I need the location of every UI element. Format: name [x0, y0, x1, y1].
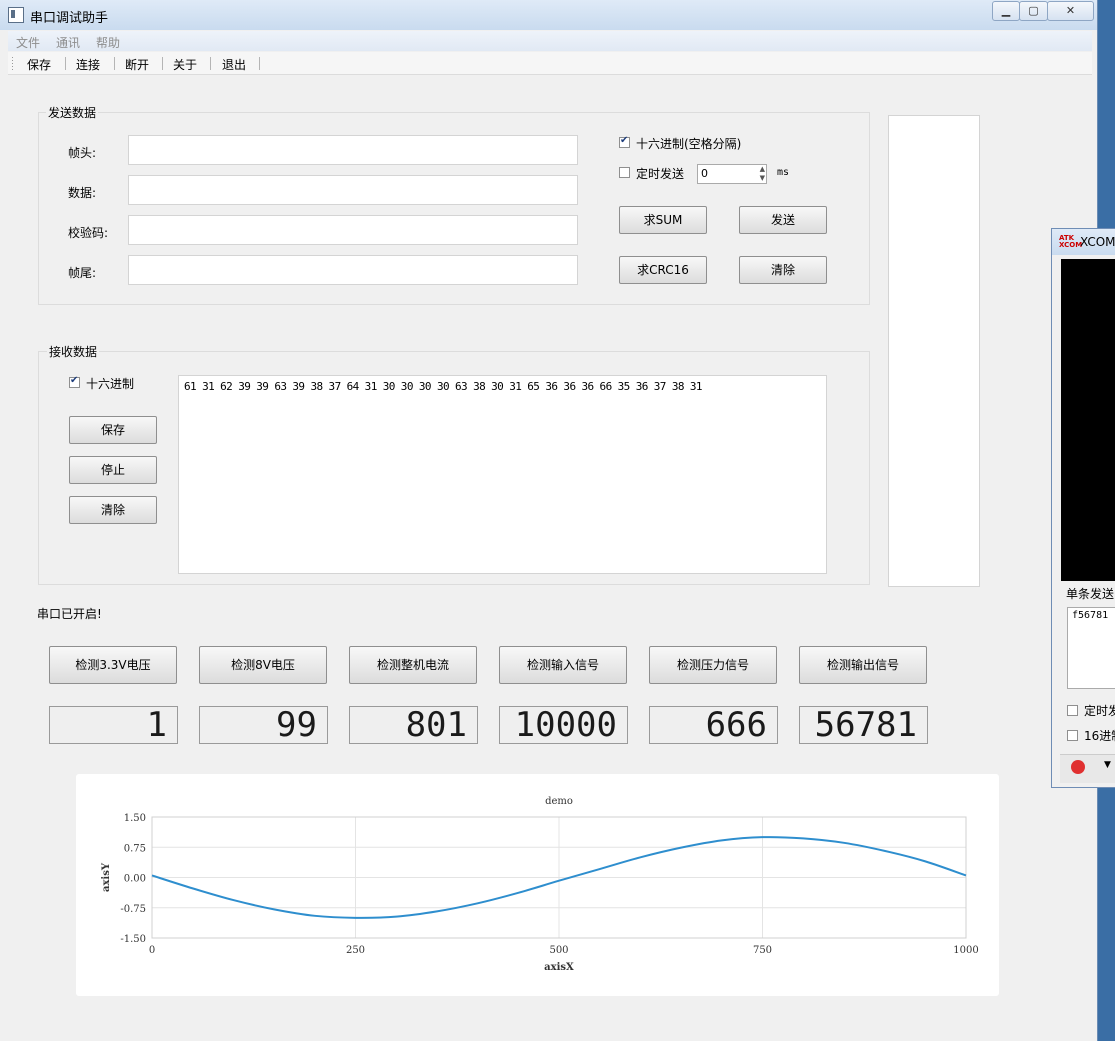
- x-tick-label: 1000: [953, 945, 978, 956]
- close-icon: ✕: [1065, 4, 1076, 17]
- calc-crc16-button[interactable]: 求CRC16: [619, 256, 707, 284]
- window-title: 串口调试助手: [30, 11, 109, 26]
- interval-unit: ms: [777, 167, 790, 178]
- record-icon[interactable]: [1071, 760, 1085, 774]
- x-tick-label: 250: [346, 945, 365, 956]
- toolbar-separator: [65, 57, 66, 70]
- y-tick-label: 0.75: [124, 843, 146, 854]
- app-icon: [8, 7, 24, 23]
- checksum-input[interactable]: [128, 215, 578, 245]
- frame-head-label: 帧头:: [68, 146, 97, 160]
- title-bar: 串口调试助手 ▁ ▢ ✕: [0, 0, 1097, 30]
- timer-send-label: 定时发送: [636, 167, 685, 181]
- xcom-send-text[interactable]: f56781: [1067, 607, 1115, 689]
- minimize-icon: ▁: [1001, 4, 1011, 17]
- toolbar-save[interactable]: 保存: [27, 56, 51, 73]
- interval-value: 0: [701, 167, 708, 180]
- receive-stop-button[interactable]: 停止: [69, 456, 157, 484]
- checksum-label: 校验码:: [68, 226, 109, 240]
- y-tick-label: 1.50: [124, 813, 146, 824]
- lcd-3v3-reading: 1: [49, 706, 178, 744]
- send-clear-button[interactable]: 清除: [739, 256, 827, 284]
- lcd-8v-reading: 99: [199, 706, 328, 744]
- lcd-current-reading: 801: [349, 706, 478, 744]
- lcd-pressure-signal-reading: 666: [649, 706, 778, 744]
- close-button[interactable]: ✕: [1047, 1, 1094, 21]
- calc-sum-button[interactable]: 求SUM: [619, 206, 707, 234]
- interval-spinbox[interactable]: 0 ▲ ▼: [697, 164, 767, 184]
- xcom-timer-checkbox[interactable]: [1067, 705, 1078, 716]
- xcom-hex-checkbox[interactable]: [1067, 730, 1078, 741]
- toolbar-connect[interactable]: 连接: [76, 56, 100, 73]
- xcom-hex-label: 16进制: [1084, 729, 1115, 743]
- xcom-status-bar: ▼: [1060, 754, 1115, 783]
- xcom-window: ATKXCOM XCOM 单条发送 f56781 定时发 16进制 ▼: [1051, 228, 1115, 788]
- x-tick-label: 0: [149, 945, 155, 956]
- xcom-receive-area[interactable]: [1061, 259, 1115, 581]
- frame-head-input[interactable]: [128, 135, 578, 165]
- x-axis-label: axisX: [544, 962, 574, 973]
- data-input[interactable]: [128, 175, 578, 205]
- toolbar-separator: [114, 57, 115, 70]
- chart-title: demo: [545, 796, 573, 807]
- receive-hex-checkbox[interactable]: [69, 375, 80, 388]
- minimize-button[interactable]: ▁: [992, 1, 1020, 21]
- receive-save-button[interactable]: 保存: [69, 416, 157, 444]
- line-chart: 0 250 500 750 1000 1.50 0.75 0.00 -0.75 -1.50 demo…: [101, 796, 979, 973]
- x-tick-label: 500: [549, 945, 568, 956]
- receive-textarea[interactable]: 61 31 62 39 39 63 39 38 37 64 31 30 30 3…: [178, 375, 827, 574]
- y-tick-label: -1.50: [120, 934, 146, 945]
- detect-input-signal-button[interactable]: 检测输入信号: [499, 646, 627, 684]
- side-panel: [888, 115, 980, 587]
- detect-pressure-signal-button[interactable]: 检测压力信号: [649, 646, 777, 684]
- toolbar-grip: [12, 57, 13, 70]
- spin-arrows-icon[interactable]: ▲ ▼: [760, 165, 765, 183]
- maximize-icon: ▢: [1028, 4, 1039, 17]
- y-axis-label: axisY: [101, 862, 112, 892]
- xcom-title-bar: ATK XCOM XCOM: [1052, 229, 1115, 255]
- xcom-single-send-label: 单条发送: [1066, 587, 1115, 601]
- toolbar-disconnect[interactable]: 断开: [125, 56, 149, 73]
- frame-tail-label: 帧尾:: [68, 266, 97, 280]
- send-group-title: 发送数据: [46, 104, 99, 121]
- menu-comm[interactable]: 通讯: [56, 34, 80, 51]
- toolbar-separator: [210, 57, 211, 70]
- detect-8v-button[interactable]: 检测8V电压: [199, 646, 327, 684]
- lcd-output-signal-reading: 56781: [799, 706, 928, 744]
- toolbar-exit[interactable]: 退出: [222, 56, 246, 73]
- chevron-down-icon[interactable]: ▼: [1104, 760, 1111, 770]
- xcom-title: XCOM: [1080, 235, 1115, 249]
- toolbar-separator: [162, 57, 163, 70]
- send-hex-checkbox[interactable]: [619, 135, 630, 148]
- toolbar-separator: [259, 57, 260, 70]
- y-tick-label: 0.00: [124, 874, 146, 885]
- receive-clear-button[interactable]: 清除: [69, 496, 157, 524]
- xcom-timer-label: 定时发: [1084, 704, 1115, 718]
- toolbar: 保存 连接 断开 关于 退出: [8, 52, 1092, 75]
- receive-hex-label: 十六进制: [86, 377, 135, 391]
- send-button[interactable]: 发送: [739, 206, 827, 234]
- menu-file[interactable]: 文件: [16, 34, 40, 51]
- chart-panel: 0 250 500 750 1000 1.50 0.75 0.00 -0.75 -1.50 demo…: [76, 774, 999, 996]
- detect-3v3-button[interactable]: 检测3.3V电压: [49, 646, 177, 684]
- frame-tail-input[interactable]: [128, 255, 578, 285]
- data-label: 数据:: [68, 186, 97, 200]
- timer-send-checkbox[interactable]: [619, 167, 630, 178]
- status-text: 串口已开启!: [37, 607, 102, 621]
- y-tick-label: -0.75: [120, 904, 146, 915]
- receive-group-title: 接收数据: [47, 343, 100, 360]
- menu-help[interactable]: 帮助: [96, 34, 120, 51]
- detect-current-button[interactable]: 检测整机电流: [349, 646, 477, 684]
- toolbar-about[interactable]: 关于: [173, 56, 197, 73]
- menu-bar: 文件 通讯 帮助: [8, 31, 1092, 51]
- lcd-input-signal-reading: 10000: [499, 706, 628, 744]
- maximize-button[interactable]: ▢: [1019, 1, 1048, 21]
- detect-output-signal-button[interactable]: 检测输出信号: [799, 646, 927, 684]
- send-hex-label: 十六进制(空格分隔): [636, 137, 742, 151]
- x-tick-label: 750: [753, 945, 772, 956]
- xcom-app-icon: ATK XCOM: [1059, 234, 1083, 249]
